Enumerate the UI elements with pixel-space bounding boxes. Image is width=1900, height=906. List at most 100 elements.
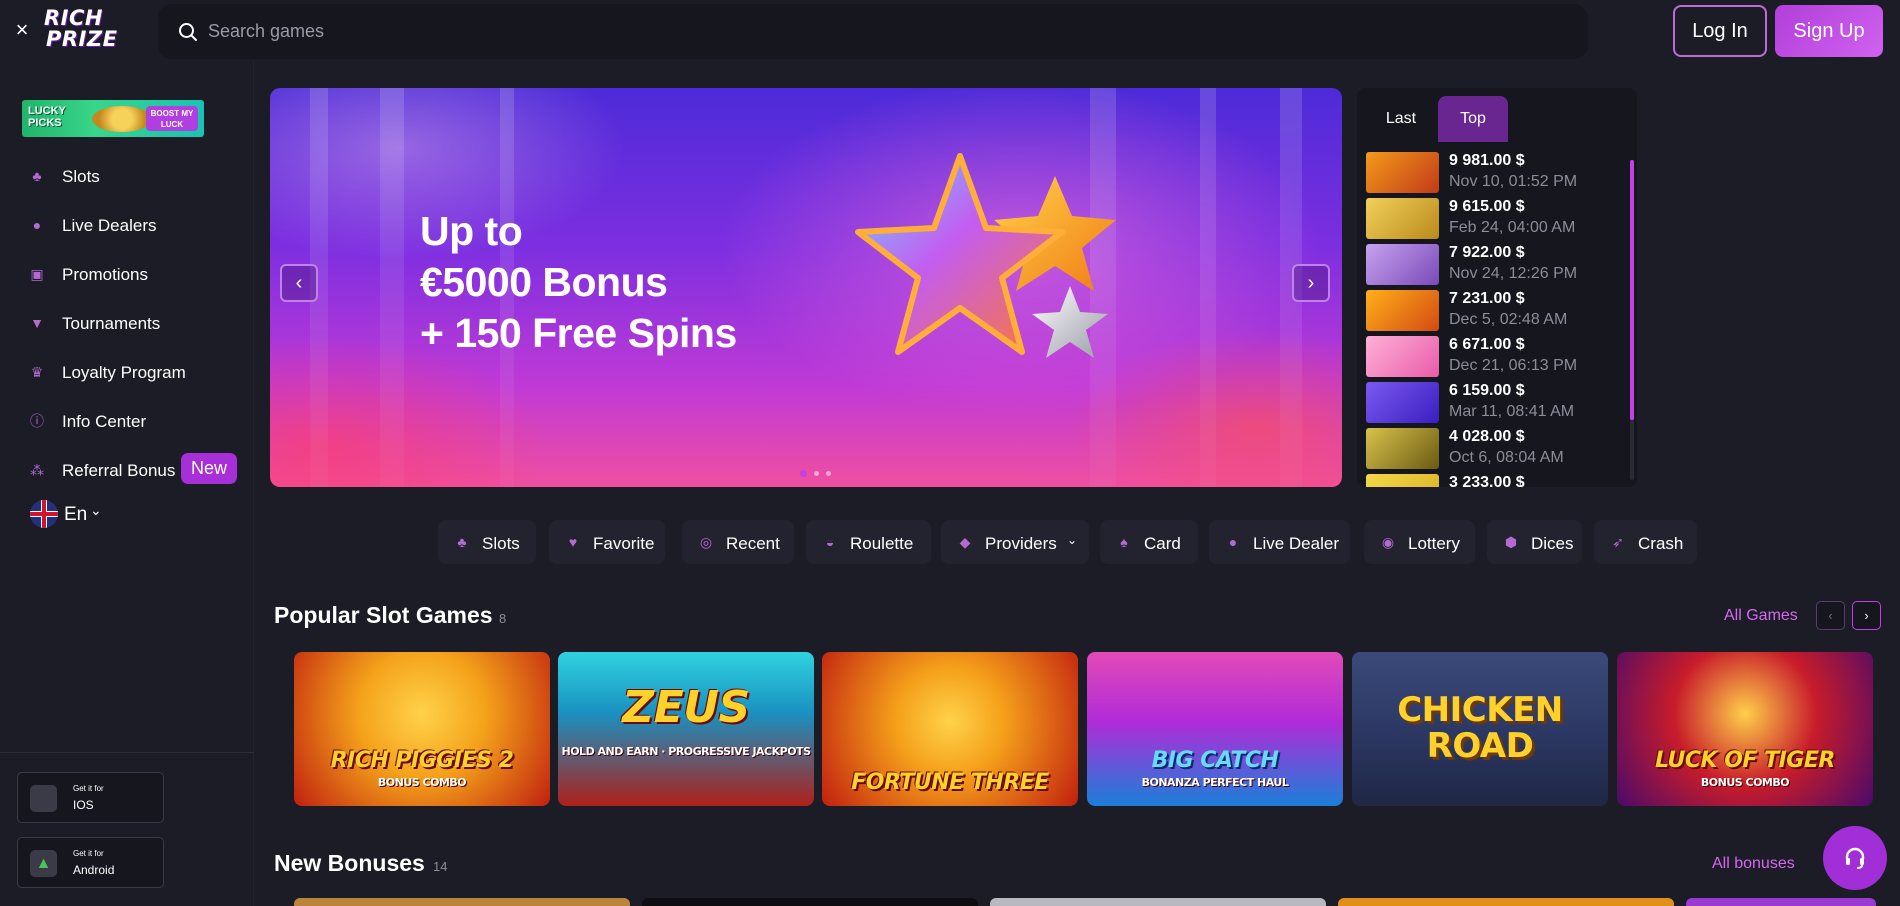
- android-app-button[interactable]: ▲ Get it for Android: [17, 837, 164, 888]
- winner-row[interactable]: 7 922.00 $ Nov 24, 12:26 PM: [1357, 242, 1637, 288]
- promo-banner[interactable]: Up to €5000 Bonus + 150 Free Spins ‹ ›: [270, 88, 1342, 487]
- login-button[interactable]: Log In: [1673, 5, 1767, 57]
- tab-top[interactable]: Top: [1438, 96, 1508, 142]
- slide-dot[interactable]: [826, 471, 831, 476]
- category-label: Recent: [726, 534, 780, 553]
- sidebar-nav: ♣ Slots ● Live Dealers ▣ Promotions ▼ To…: [0, 152, 254, 495]
- category-providers[interactable]: ◆ Providers ⌄: [941, 520, 1089, 564]
- ios-app-button[interactable]: Get it for IOS: [17, 772, 164, 823]
- category-crash[interactable]: ➶ Crash: [1594, 520, 1697, 564]
- bonus-card[interactable]: [1338, 898, 1674, 906]
- game-title: ZEUS HOLD AND EARN · PROGRESSIVE JACKPOT…: [558, 686, 814, 774]
- banner-prev-button[interactable]: ‹: [280, 264, 318, 302]
- crown-icon: ♛: [30, 364, 44, 380]
- game-title-text: ZEUS: [622, 682, 750, 733]
- game-thumbnail: [1366, 198, 1439, 239]
- banner-next-button[interactable]: ›: [1292, 264, 1330, 302]
- category-label: Favorite: [593, 534, 655, 553]
- winner-date: Feb 24, 04:00 AM: [1449, 219, 1576, 236]
- category-lottery[interactable]: ◉ Lottery: [1364, 520, 1475, 564]
- category-label: Card: [1144, 534, 1181, 553]
- game-subtitle: BONUS COMBO: [377, 776, 467, 789]
- sidebar-item-info-center[interactable]: ⓘ Info Center: [0, 397, 254, 446]
- sidebar-item-label: Tournaments: [62, 314, 161, 333]
- category-recent[interactable]: ◎ Recent: [682, 520, 794, 564]
- search-icon: [179, 23, 197, 41]
- sidebar-item-tournaments[interactable]: ▼ Tournaments: [0, 299, 254, 348]
- lottery-icon: ◉: [1381, 534, 1395, 550]
- all-bonuses-link[interactable]: All bonuses: [1712, 855, 1795, 873]
- boost-luck-button[interactable]: BOOST MY LUCK: [146, 106, 198, 131]
- winner-row[interactable]: 3 233.00 $: [1357, 472, 1637, 487]
- winner-date: Mar 11, 08:41 AM: [1449, 403, 1575, 420]
- category-roulette[interactable]: ◒ Roulette: [806, 520, 931, 564]
- game-card[interactable]: ZEUS HOLD AND EARN · PROGRESSIVE JACKPOT…: [558, 652, 814, 806]
- category-slots[interactable]: ♣ Slots: [438, 520, 536, 564]
- store-caption: Get it for: [73, 849, 104, 858]
- new-bonuses-title: New Bonuses: [274, 850, 425, 876]
- winner-row[interactable]: 9 615.00 $ Feb 24, 04:00 AM: [1357, 196, 1637, 242]
- game-thumbnail: [1366, 382, 1439, 423]
- game-card[interactable]: CHICKEN ROAD: [1352, 652, 1608, 806]
- winner-amount: 7 922.00 $: [1449, 244, 1525, 261]
- banner-pagination: [800, 470, 840, 479]
- all-games-link[interactable]: All Games: [1724, 607, 1798, 625]
- close-menu-icon[interactable]: ×: [14, 18, 30, 42]
- winner-row[interactable]: 7 231.00 $ Dec 5, 02:48 AM: [1357, 288, 1637, 334]
- winners-scrollbar[interactable]: [1630, 160, 1634, 480]
- game-card[interactable]: BIG CATCH BONANZA PERFECT HAUL: [1087, 652, 1343, 806]
- bonus-card[interactable]: [294, 898, 630, 906]
- android-icon: ▲: [30, 850, 57, 877]
- winner-row[interactable]: 6 671.00 $ Dec 21, 06:13 PM: [1357, 334, 1637, 380]
- lucky-picks-promo[interactable]: LUCKY PICKS BOOST MY LUCK: [22, 100, 204, 137]
- bonus-card[interactable]: [990, 898, 1326, 906]
- group-icon: ⁂: [30, 462, 44, 478]
- coin-icon: [92, 106, 152, 132]
- search-input[interactable]: [208, 18, 1508, 44]
- signup-button[interactable]: Sign Up: [1775, 5, 1883, 57]
- category-card[interactable]: ♠ Card: [1100, 520, 1198, 564]
- sidebar-item-slots[interactable]: ♣ Slots: [0, 152, 254, 201]
- category-favorite[interactable]: ♥ Favorite: [549, 520, 665, 564]
- category-label: Dices: [1531, 534, 1574, 553]
- popular-prev-button[interactable]: ‹: [1816, 601, 1845, 630]
- sidebar-item-label: Referral Bonus: [62, 461, 176, 480]
- winner-row[interactable]: 9 981.00 $ Nov 10, 01:52 PM: [1357, 150, 1637, 196]
- slide-dot[interactable]: [800, 470, 807, 477]
- popular-next-button[interactable]: ›: [1852, 601, 1881, 630]
- site-logo[interactable]: RICH PRIZE: [44, 8, 128, 54]
- lucky-picks-line2: PICKS: [28, 117, 62, 129]
- sidebar-item-loyalty-program[interactable]: ♛ Loyalty Program: [0, 348, 254, 397]
- sidebar-item-referral-bonus[interactable]: ⁂ Referral Bonus New: [0, 446, 254, 495]
- slide-dot[interactable]: [814, 471, 819, 476]
- search-bar: [158, 4, 1588, 59]
- category-label: Lottery: [1408, 534, 1460, 553]
- game-thumbnail: [1366, 244, 1439, 285]
- sidebar-item-live-dealers[interactable]: ● Live Dealers: [0, 201, 254, 250]
- winner-row[interactable]: 4 028.00 $ Oct 6, 08:04 AM: [1357, 426, 1637, 472]
- game-thumbnail: [1366, 290, 1439, 331]
- tab-last[interactable]: Last: [1369, 96, 1433, 142]
- category-live-dealer[interactable]: ● Live Dealer: [1209, 520, 1350, 564]
- winner-date: Dec 5, 02:48 AM: [1449, 311, 1568, 328]
- game-card[interactable]: FORTUNE THREE: [822, 652, 1078, 806]
- gift-icon: ▣: [30, 266, 44, 282]
- apple-icon: [30, 785, 57, 812]
- bonus-card[interactable]: [642, 898, 978, 906]
- game-subtitle: BONUS COMBO: [1700, 776, 1790, 789]
- game-card[interactable]: LUCK OF TIGER BONUS COMBO: [1617, 652, 1873, 806]
- support-chat-button[interactable]: [1823, 826, 1887, 890]
- bonus-card[interactable]: [1686, 898, 1876, 906]
- winner-amount: 4 028.00 $: [1449, 428, 1525, 445]
- rocket-icon: ➶: [1612, 534, 1624, 550]
- winner-amount: 3 233.00 $: [1449, 474, 1525, 487]
- sidebar-item-promotions[interactable]: ▣ Promotions: [0, 250, 254, 299]
- logo-line2: PRIZE: [46, 27, 118, 51]
- sidebar: LUCKY PICKS BOOST MY LUCK ♣ Slots ● Live…: [0, 62, 254, 906]
- game-thumbnail: [1366, 474, 1439, 487]
- category-dices[interactable]: ⬢ Dices: [1487, 520, 1582, 564]
- game-card[interactable]: RICH PIGGIES 2 BONUS COMBO: [294, 652, 550, 806]
- winner-row[interactable]: 6 159.00 $ Mar 11, 08:41 AM: [1357, 380, 1637, 426]
- sidebar-item-label: Info Center: [62, 412, 147, 431]
- logo-line1: RICH: [44, 6, 103, 30]
